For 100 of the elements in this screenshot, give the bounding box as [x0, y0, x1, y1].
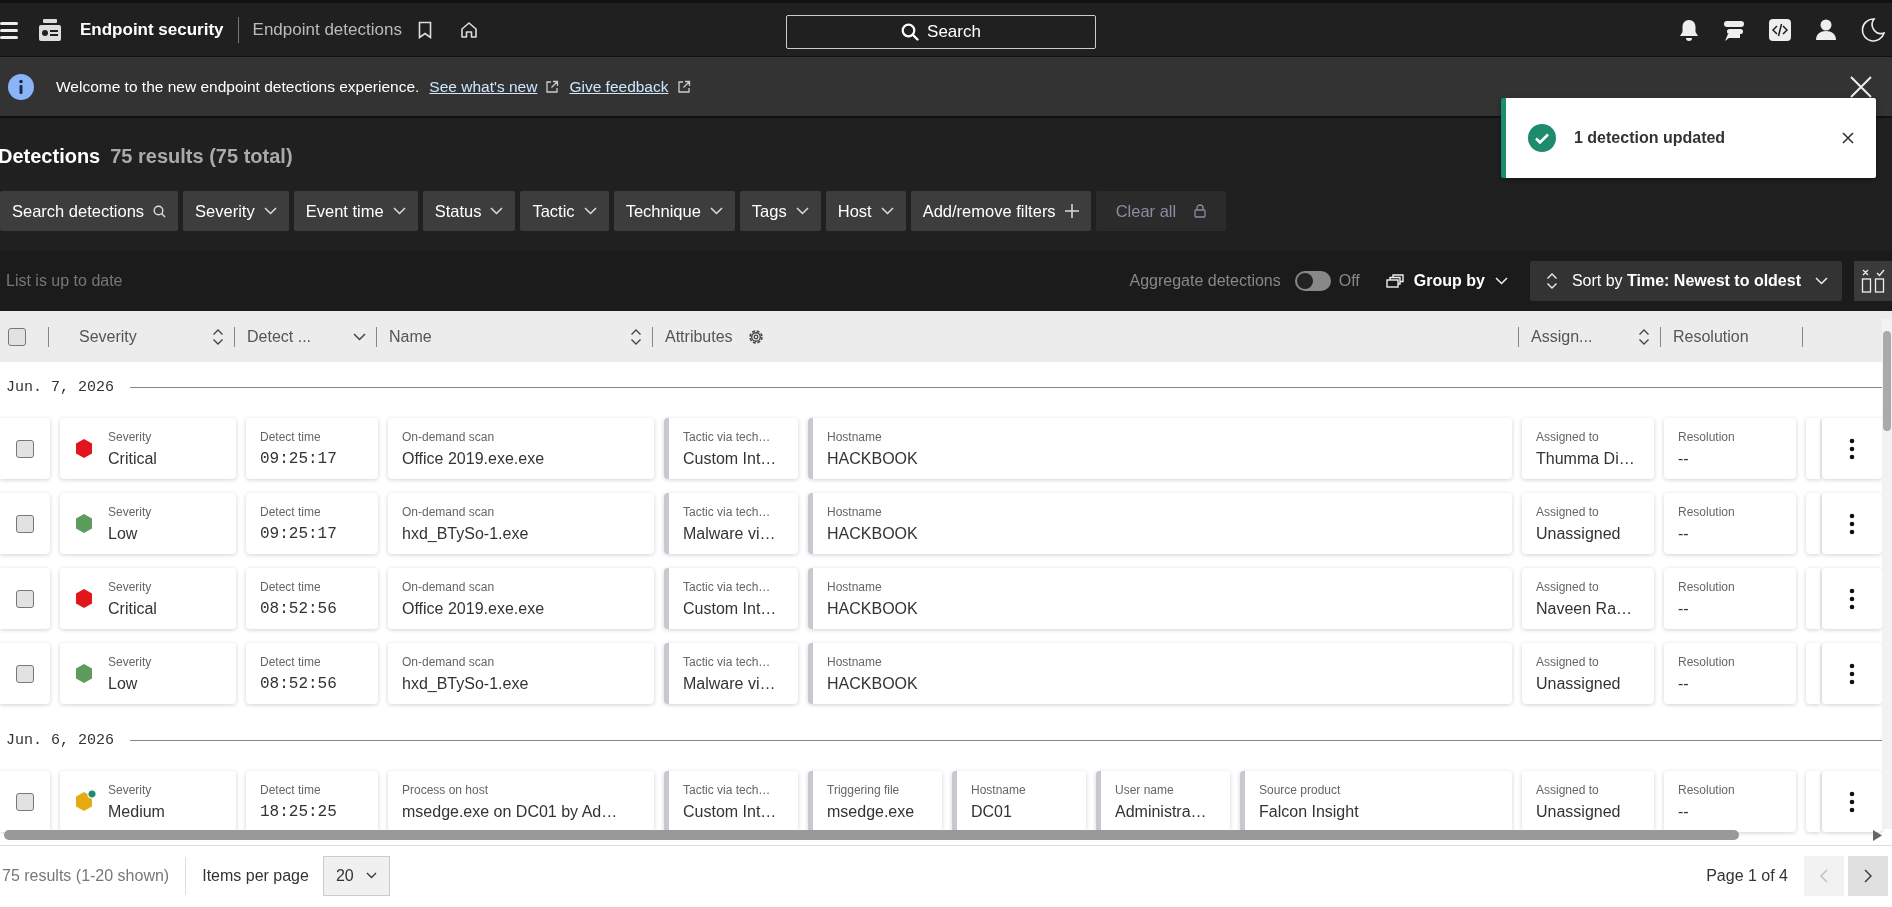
chevron-down-icon [795, 207, 809, 215]
severity-value: Critical [108, 449, 157, 468]
field-label: Process on host [402, 782, 490, 797]
assignee: Unassigned [1536, 802, 1621, 821]
column-header[interactable]: Assign... [1531, 327, 1593, 346]
column-header[interactable]: Name [389, 327, 432, 346]
date-heading: Jun. 6, 2026 [6, 731, 115, 749]
menu-icon[interactable] [0, 19, 18, 40]
user-icon[interactable] [1814, 17, 1838, 42]
search-icon [153, 204, 167, 218]
close-icon[interactable] [1842, 132, 1854, 144]
attribute-value: Malware vi… [683, 524, 776, 543]
field-label: Tactic via tech… [683, 504, 772, 519]
column-header[interactable]: Severity [79, 327, 137, 346]
chevron-down-icon[interactable] [353, 332, 366, 341]
breadcrumb[interactable]: Endpoint detections [252, 19, 402, 40]
attribute-value: HACKBOOK [827, 524, 918, 543]
filter-button[interactable]: Event time [293, 191, 418, 231]
page-indicator: Page 1 of 4 [1706, 866, 1788, 885]
detection-name[interactable]: Office 2019.exe.exe [402, 599, 545, 618]
column-header[interactable]: Resolution [1673, 327, 1749, 346]
filter-button[interactable]: Severity [183, 191, 289, 231]
attribute-value: HACKBOOK [827, 674, 918, 693]
severity-value: Critical [108, 599, 157, 618]
more-icon [1849, 437, 1855, 460]
checkbox[interactable] [16, 589, 34, 608]
sort-icon[interactable] [630, 327, 642, 346]
resolution-value: -- [1678, 449, 1690, 468]
items-per-page-select[interactable]: 20 [322, 855, 390, 896]
resolution-value: -- [1678, 599, 1690, 618]
search-icon [901, 23, 920, 41]
field-label: Resolution [1678, 654, 1735, 669]
detection-name[interactable]: hxd_BTySo-1.exe [402, 524, 529, 543]
sort-icon[interactable] [1638, 327, 1650, 346]
column-header[interactable]: Detect ... [247, 327, 312, 346]
filter-button[interactable]: Status [422, 191, 516, 231]
chevron-down-icon [583, 207, 597, 215]
field-label: Severity [108, 504, 152, 519]
moon-icon[interactable] [1860, 16, 1886, 43]
checkbox[interactable] [16, 664, 34, 683]
filter-button[interactable]: Search detections [0, 191, 179, 231]
field-label: Severity [108, 429, 153, 444]
card-background [1806, 418, 1820, 479]
field-label: Tactic via tech… [683, 654, 772, 669]
detection-name[interactable]: msedge.exe on DC01 by Ad… [402, 802, 618, 821]
bookmark-icon[interactable] [417, 20, 432, 39]
scroll-right-icon[interactable] [1873, 829, 1882, 841]
filter-button[interactable]: Host [825, 191, 906, 231]
code-icon[interactable] [1768, 17, 1792, 42]
horizontal-scrollbar[interactable] [4, 829, 1882, 841]
filter-button[interactable]: Tags [739, 191, 821, 231]
attribute-value: Custom Int… [683, 449, 777, 468]
lock-icon [1194, 204, 1207, 218]
checkbox[interactable] [16, 792, 34, 811]
resolution-value: -- [1678, 674, 1690, 693]
severity-value: Low [108, 674, 139, 693]
attribute-value: DC01 [971, 802, 1013, 821]
checkbox[interactable] [16, 514, 34, 533]
bell-icon[interactable] [1678, 17, 1700, 42]
detection-name[interactable]: hxd_BTySo-1.exe [402, 674, 529, 693]
checkbox[interactable] [16, 439, 34, 458]
sort-button[interactable]: Sort by Time: Newest to oldest [1529, 261, 1842, 301]
assignee: Unassigned [1536, 524, 1621, 543]
sort-icon[interactable] [212, 327, 224, 346]
filter-button[interactable]: Tactic [520, 191, 609, 231]
sort-icon [1545, 272, 1558, 290]
filter-button[interactable]: Technique [613, 191, 735, 231]
field-label: On-demand scan [402, 504, 496, 519]
field-label: On-demand scan [402, 429, 496, 444]
app-title[interactable]: Endpoint security [80, 19, 224, 40]
aggregate-toggle[interactable] [1294, 271, 1331, 291]
group-by-button[interactable]: Group by [1379, 271, 1514, 291]
chevron-down-icon [1815, 277, 1828, 285]
assignee: Unassigned [1536, 674, 1621, 693]
layers-icon [1385, 274, 1404, 288]
field-label: Detect time [260, 504, 322, 519]
settings-icon[interactable] [746, 327, 765, 346]
chevron-down-icon [709, 207, 723, 215]
plus-icon [1064, 204, 1079, 218]
field-label: Tactic via tech… [683, 579, 772, 594]
assignee: Thumma Di… [1536, 449, 1635, 468]
checkbox[interactable] [8, 327, 26, 346]
field-label: Severity [108, 579, 153, 594]
next-page-button[interactable] [1848, 855, 1888, 896]
home-icon[interactable] [459, 20, 478, 39]
chevron-down-icon [1494, 277, 1508, 285]
field-label: Detect time [260, 654, 322, 669]
chevron-right-icon [1864, 868, 1872, 883]
detection-name[interactable]: Office 2019.exe.exe [402, 449, 545, 468]
banner-link[interactable]: See what's new [429, 77, 538, 96]
filter-button[interactable]: Add/remove filters [910, 191, 1091, 231]
column-header[interactable]: Attributes [665, 327, 733, 346]
column-picker-button[interactable] [1854, 261, 1892, 301]
more-icon [1849, 790, 1855, 813]
vertical-scrollbar[interactable] [1882, 319, 1892, 829]
more-icon [1849, 512, 1855, 535]
field-label: Tactic via tech… [683, 782, 772, 797]
field-label: Resolution [1678, 504, 1735, 519]
search-button[interactable]: Search [786, 15, 1096, 49]
banner-link[interactable]: Give feedback [569, 77, 669, 96]
